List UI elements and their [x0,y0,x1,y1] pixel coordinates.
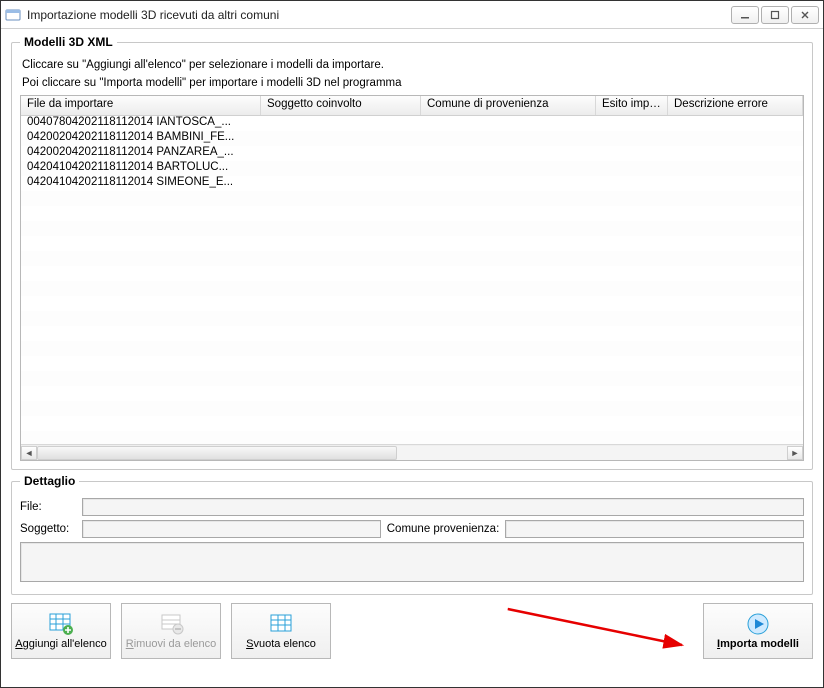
horizontal-scrollbar[interactable]: ◄ ► [21,444,803,460]
cell-errore [668,131,803,146]
column-file[interactable]: File da importare [21,96,261,115]
column-esito[interactable]: Esito import [596,96,668,115]
field-file [82,498,804,516]
scroll-thumb[interactable] [37,446,397,460]
maximize-button[interactable] [761,6,789,24]
importa-modelli-button[interactable]: Importa modelli [703,603,813,659]
cell-errore [668,116,803,131]
window-title: Importazione modelli 3D ricevuti da altr… [27,8,731,22]
svuota-elenco-button[interactable]: Svuota elenco [231,603,331,659]
table-row[interactable]: 04200204202118112014 PANZAREA_... [21,146,803,161]
minimize-button[interactable] [731,6,759,24]
instruction-line-1: Cliccare su "Aggiungi all'elenco" per se… [22,59,804,71]
column-comune[interactable]: Comune di provenienza [421,96,596,115]
cell-comune [421,131,596,146]
cell-file: 04204104202118112014 SIMEONE_E... [21,176,261,191]
cell-soggetto [261,146,421,161]
cell-esito [596,131,668,146]
cell-soggetto [261,161,421,176]
scroll-right-arrow-icon[interactable]: ► [787,446,803,460]
field-notes [20,542,804,582]
window-controls [731,6,819,24]
cell-file: 00407804202118112014 IANTOSCA_... [21,116,261,131]
label-file: File: [20,501,76,513]
scroll-left-arrow-icon[interactable]: ◄ [21,446,37,460]
cell-esito [596,161,668,176]
table-row[interactable]: 04200204202118112014 BAMBINI_FE... [21,131,803,146]
cell-esito [596,146,668,161]
cell-errore [668,146,803,161]
group-modelli-legend: Modelli 3D XML [20,35,117,49]
table-row[interactable]: 00407804202118112014 IANTOSCA_... [21,116,803,131]
column-errore[interactable]: Descrizione errore [668,96,803,115]
cell-errore [668,176,803,191]
aggiungi-label: Aggiungi all'elenco [15,638,106,650]
cell-soggetto [261,131,421,146]
instruction-line-2: Poi cliccare su "Importa modelli" per im… [22,77,804,89]
listview-rows: 00407804202118112014 IANTOSCA_...0420020… [21,116,803,444]
table-row[interactable]: 04204104202118112014 BARTOLUC... [21,161,803,176]
rimuovi-label: Rimuovi da elenco [126,638,217,650]
table-row[interactable]: 04204104202118112014 SIMEONE_E... [21,176,803,191]
file-listview[interactable]: File da importare Soggetto coinvolto Com… [20,95,804,461]
app-icon [5,7,21,23]
cell-esito [596,176,668,191]
field-comune-provenienza [505,520,804,538]
scroll-track[interactable] [37,446,787,460]
cell-comune [421,176,596,191]
group-dettaglio-legend: Dettaglio [20,474,79,488]
importa-label: Importa modelli [717,638,799,650]
group-modelli-3d-xml: Modelli 3D XML Cliccare su "Aggiungi all… [11,35,813,470]
cell-soggetto [261,176,421,191]
label-soggetto: Soggetto: [20,523,76,535]
titlebar: Importazione modelli 3D ricevuti da altr… [1,1,823,29]
cell-file: 04200204202118112014 PANZAREA_... [21,146,261,161]
play-icon [744,612,772,636]
annotation-arrow-icon [341,603,693,659]
listview-header: File da importare Soggetto coinvolto Com… [21,96,803,116]
column-soggetto[interactable]: Soggetto coinvolto [261,96,421,115]
cell-errore [668,161,803,176]
svuota-label: Svuota elenco [246,638,316,650]
cell-soggetto [261,116,421,131]
close-button[interactable] [791,6,819,24]
field-soggetto [82,520,381,538]
instructions: Cliccare su "Aggiungi all'elenco" per se… [20,59,804,89]
cell-comune [421,116,596,131]
cell-comune [421,161,596,176]
cell-file: 04200204202118112014 BAMBINI_FE... [21,131,261,146]
rimuovi-da-elenco-button[interactable]: Rimuovi da elenco [121,603,221,659]
app-window: Importazione modelli 3D ricevuti da altr… [0,0,824,688]
cell-esito [596,116,668,131]
aggiungi-all-elenco-button[interactable]: Aggiungi all'elenco [11,603,111,659]
cell-file: 04204104202118112014 BARTOLUC... [21,161,261,176]
grid-remove-icon [157,612,185,636]
label-comune-provenienza: Comune provenienza: [387,523,500,535]
cell-comune [421,146,596,161]
bottom-toolbar: Aggiungi all'elenco Rimuovi da elenco [11,599,813,659]
group-dettaglio: Dettaglio File: Soggetto: Comune proveni… [11,474,813,595]
grid-add-icon [47,612,75,636]
grid-empty-icon [267,612,295,636]
